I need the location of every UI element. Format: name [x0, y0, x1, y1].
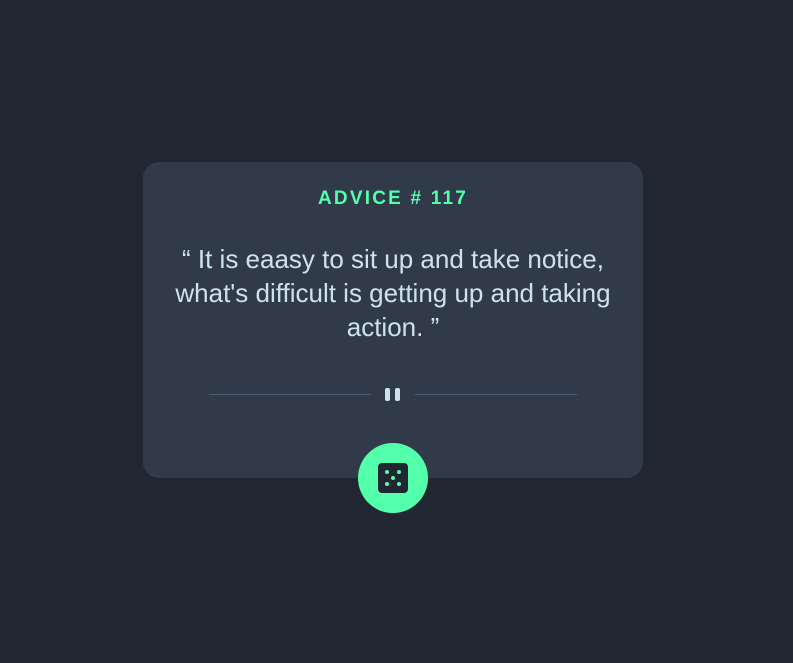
advice-title: ADVICE # 117	[318, 188, 468, 209]
advice-card: ADVICE # 117 “ It is eaasy to sit up and…	[143, 162, 643, 478]
advice-quote: “ It is eaasy to sit up and take notice,…	[175, 244, 611, 342]
pause-bar-left	[385, 388, 390, 401]
dice-icon	[378, 463, 408, 493]
divider-line-left	[209, 394, 371, 395]
dice-button[interactable]	[358, 443, 428, 513]
pause-bar-right	[395, 388, 400, 401]
divider-line-right	[415, 394, 577, 395]
pause-icon	[385, 388, 401, 401]
divider	[209, 384, 577, 404]
